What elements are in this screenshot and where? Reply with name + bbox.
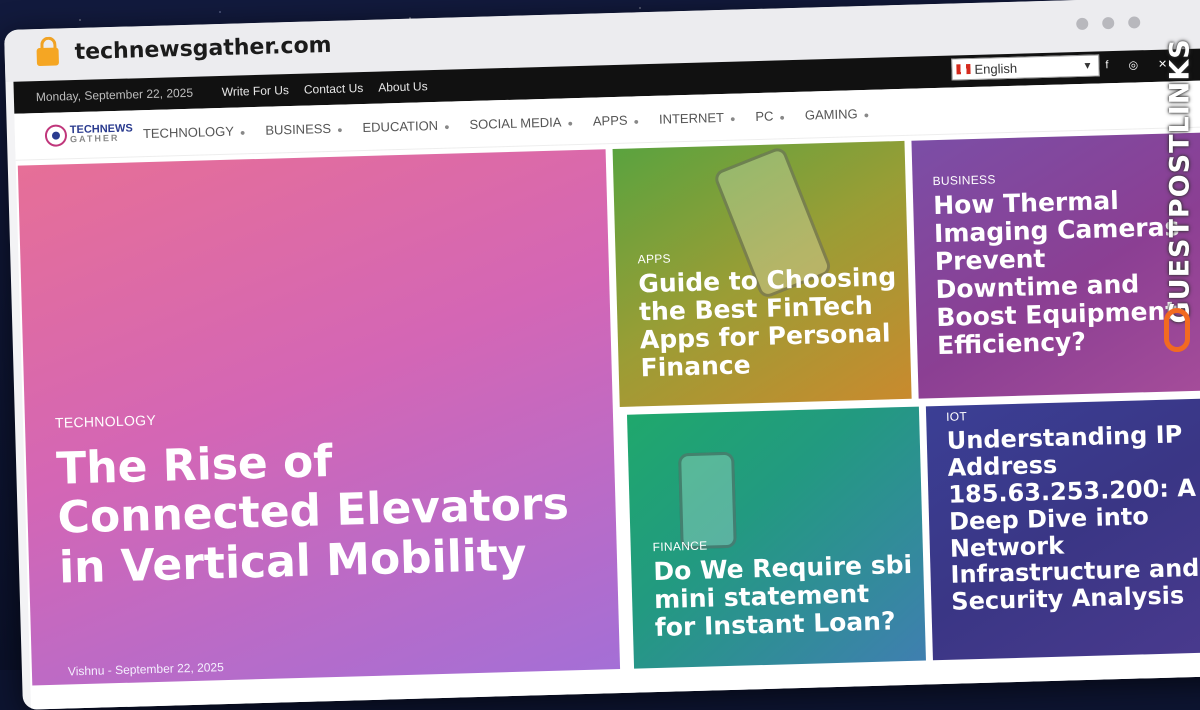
dropdown-dot-icon: ●: [443, 121, 450, 132]
article-title[interactable]: Understanding IP Address 185.63.253.200:…: [946, 420, 1200, 616]
web-page: Monday, September 22, 2025 Write For Us …: [13, 48, 1200, 710]
language-select[interactable]: English ▼: [951, 54, 1100, 81]
chevron-down-icon: ▼: [1082, 60, 1093, 72]
menu-item-pc[interactable]: PC ●: [755, 108, 785, 124]
article-meta: Vishnu - September 22, 2025: [68, 660, 224, 678]
article-category[interactable]: BUSINESS: [932, 172, 995, 188]
article-title[interactable]: The Rise of Connected Elevators in Verti…: [56, 430, 600, 593]
category-menu: TECHNOLOGY ● BUSINESS ● EDUCATION ● SOCIAL …: [143, 106, 869, 141]
featured-grid: TECHNOLOGY The Rise of Connected Elevato…: [16, 128, 1200, 710]
dropdown-dot-icon: ●: [567, 118, 574, 129]
featured-article[interactable]: TECHNOLOGY The Rise of Connected Elevato…: [17, 149, 621, 686]
menu-item-education[interactable]: EDUCATION ●: [362, 118, 449, 135]
article-category[interactable]: APPS: [637, 251, 671, 266]
menu-item-social-media[interactable]: SOCIAL MEDIA ●: [469, 114, 573, 132]
article-title[interactable]: Guide to Choosing the Best FinTech Apps …: [638, 262, 906, 382]
guestpostlinks-watermark: GUESTPOSTLINKS: [1162, 38, 1198, 358]
dropdown-dot-icon: ●: [239, 127, 246, 138]
current-date: Monday, September 22, 2025: [35, 85, 194, 105]
dropdown-dot-icon: ●: [779, 112, 786, 123]
browser-window: technewsgather.com Monday, September 22,…: [4, 0, 1200, 710]
link-write-for-us[interactable]: Write For Us: [222, 83, 289, 99]
menu-item-apps[interactable]: APPS ●: [593, 112, 640, 129]
logo-text-line2: GATHER: [69, 132, 120, 145]
site-logo[interactable]: TECHNEWS GATHER: [44, 122, 134, 147]
dropdown-dot-icon: ●: [336, 124, 343, 135]
lock-icon: [36, 36, 60, 67]
link-about-us[interactable]: About Us: [378, 79, 428, 94]
article-tile[interactable]: BUSINESS How Thermal Imaging Cameras Pre…: [911, 132, 1200, 399]
flag-icon: [956, 64, 971, 75]
language-label: English: [974, 60, 1018, 77]
article-category[interactable]: TECHNOLOGY: [55, 412, 156, 431]
dropdown-dot-icon: ●: [863, 109, 870, 121]
menu-item-technology[interactable]: TECHNOLOGY ●: [143, 123, 246, 142]
window-dot-1[interactable]: [1076, 17, 1089, 31]
window-dot-3[interactable]: [1128, 16, 1141, 29]
menu-item-internet[interactable]: INTERNET ●: [659, 110, 736, 127]
article-title[interactable]: Do We Require sbi mini statement for Ins…: [653, 550, 917, 642]
link-icon: [1164, 308, 1190, 352]
article-date: September 22, 2025: [114, 660, 224, 678]
article-category[interactable]: FINANCE: [652, 539, 707, 555]
instagram-icon[interactable]: ◎: [1128, 58, 1138, 71]
logo-icon: [44, 124, 68, 147]
menu-item-gaming[interactable]: GAMING ●: [805, 106, 870, 122]
article-author[interactable]: Vishnu: [68, 663, 105, 678]
article-category[interactable]: IOT: [946, 409, 967, 424]
dropdown-dot-icon: ●: [729, 113, 736, 124]
facebook-icon[interactable]: f: [1105, 59, 1108, 72]
window-dot-2[interactable]: [1102, 16, 1115, 30]
top-links: Write For Us Contact Us About Us: [222, 79, 428, 99]
link-contact-us[interactable]: Contact Us: [304, 81, 364, 97]
article-tile[interactable]: IOT Understanding IP Address 185.63.253.…: [925, 398, 1200, 661]
article-title[interactable]: How Thermal Imaging Cameras Prevent Down…: [933, 185, 1198, 360]
url-text[interactable]: technewsgather.com: [74, 33, 332, 65]
social-links: f ◎ ✕: [1105, 58, 1167, 73]
article-tile[interactable]: FINANCE Do We Require sbi mini statement…: [626, 406, 926, 669]
window-controls: [1076, 16, 1141, 31]
phone-image: [678, 451, 737, 550]
watermark-text: GUESTPOSTLINKS: [1164, 38, 1196, 324]
dropdown-dot-icon: ●: [633, 116, 640, 127]
article-tile[interactable]: APPS Guide to Choosing the Best FinTech …: [612, 140, 912, 407]
menu-item-business[interactable]: BUSINESS ●: [265, 121, 343, 138]
